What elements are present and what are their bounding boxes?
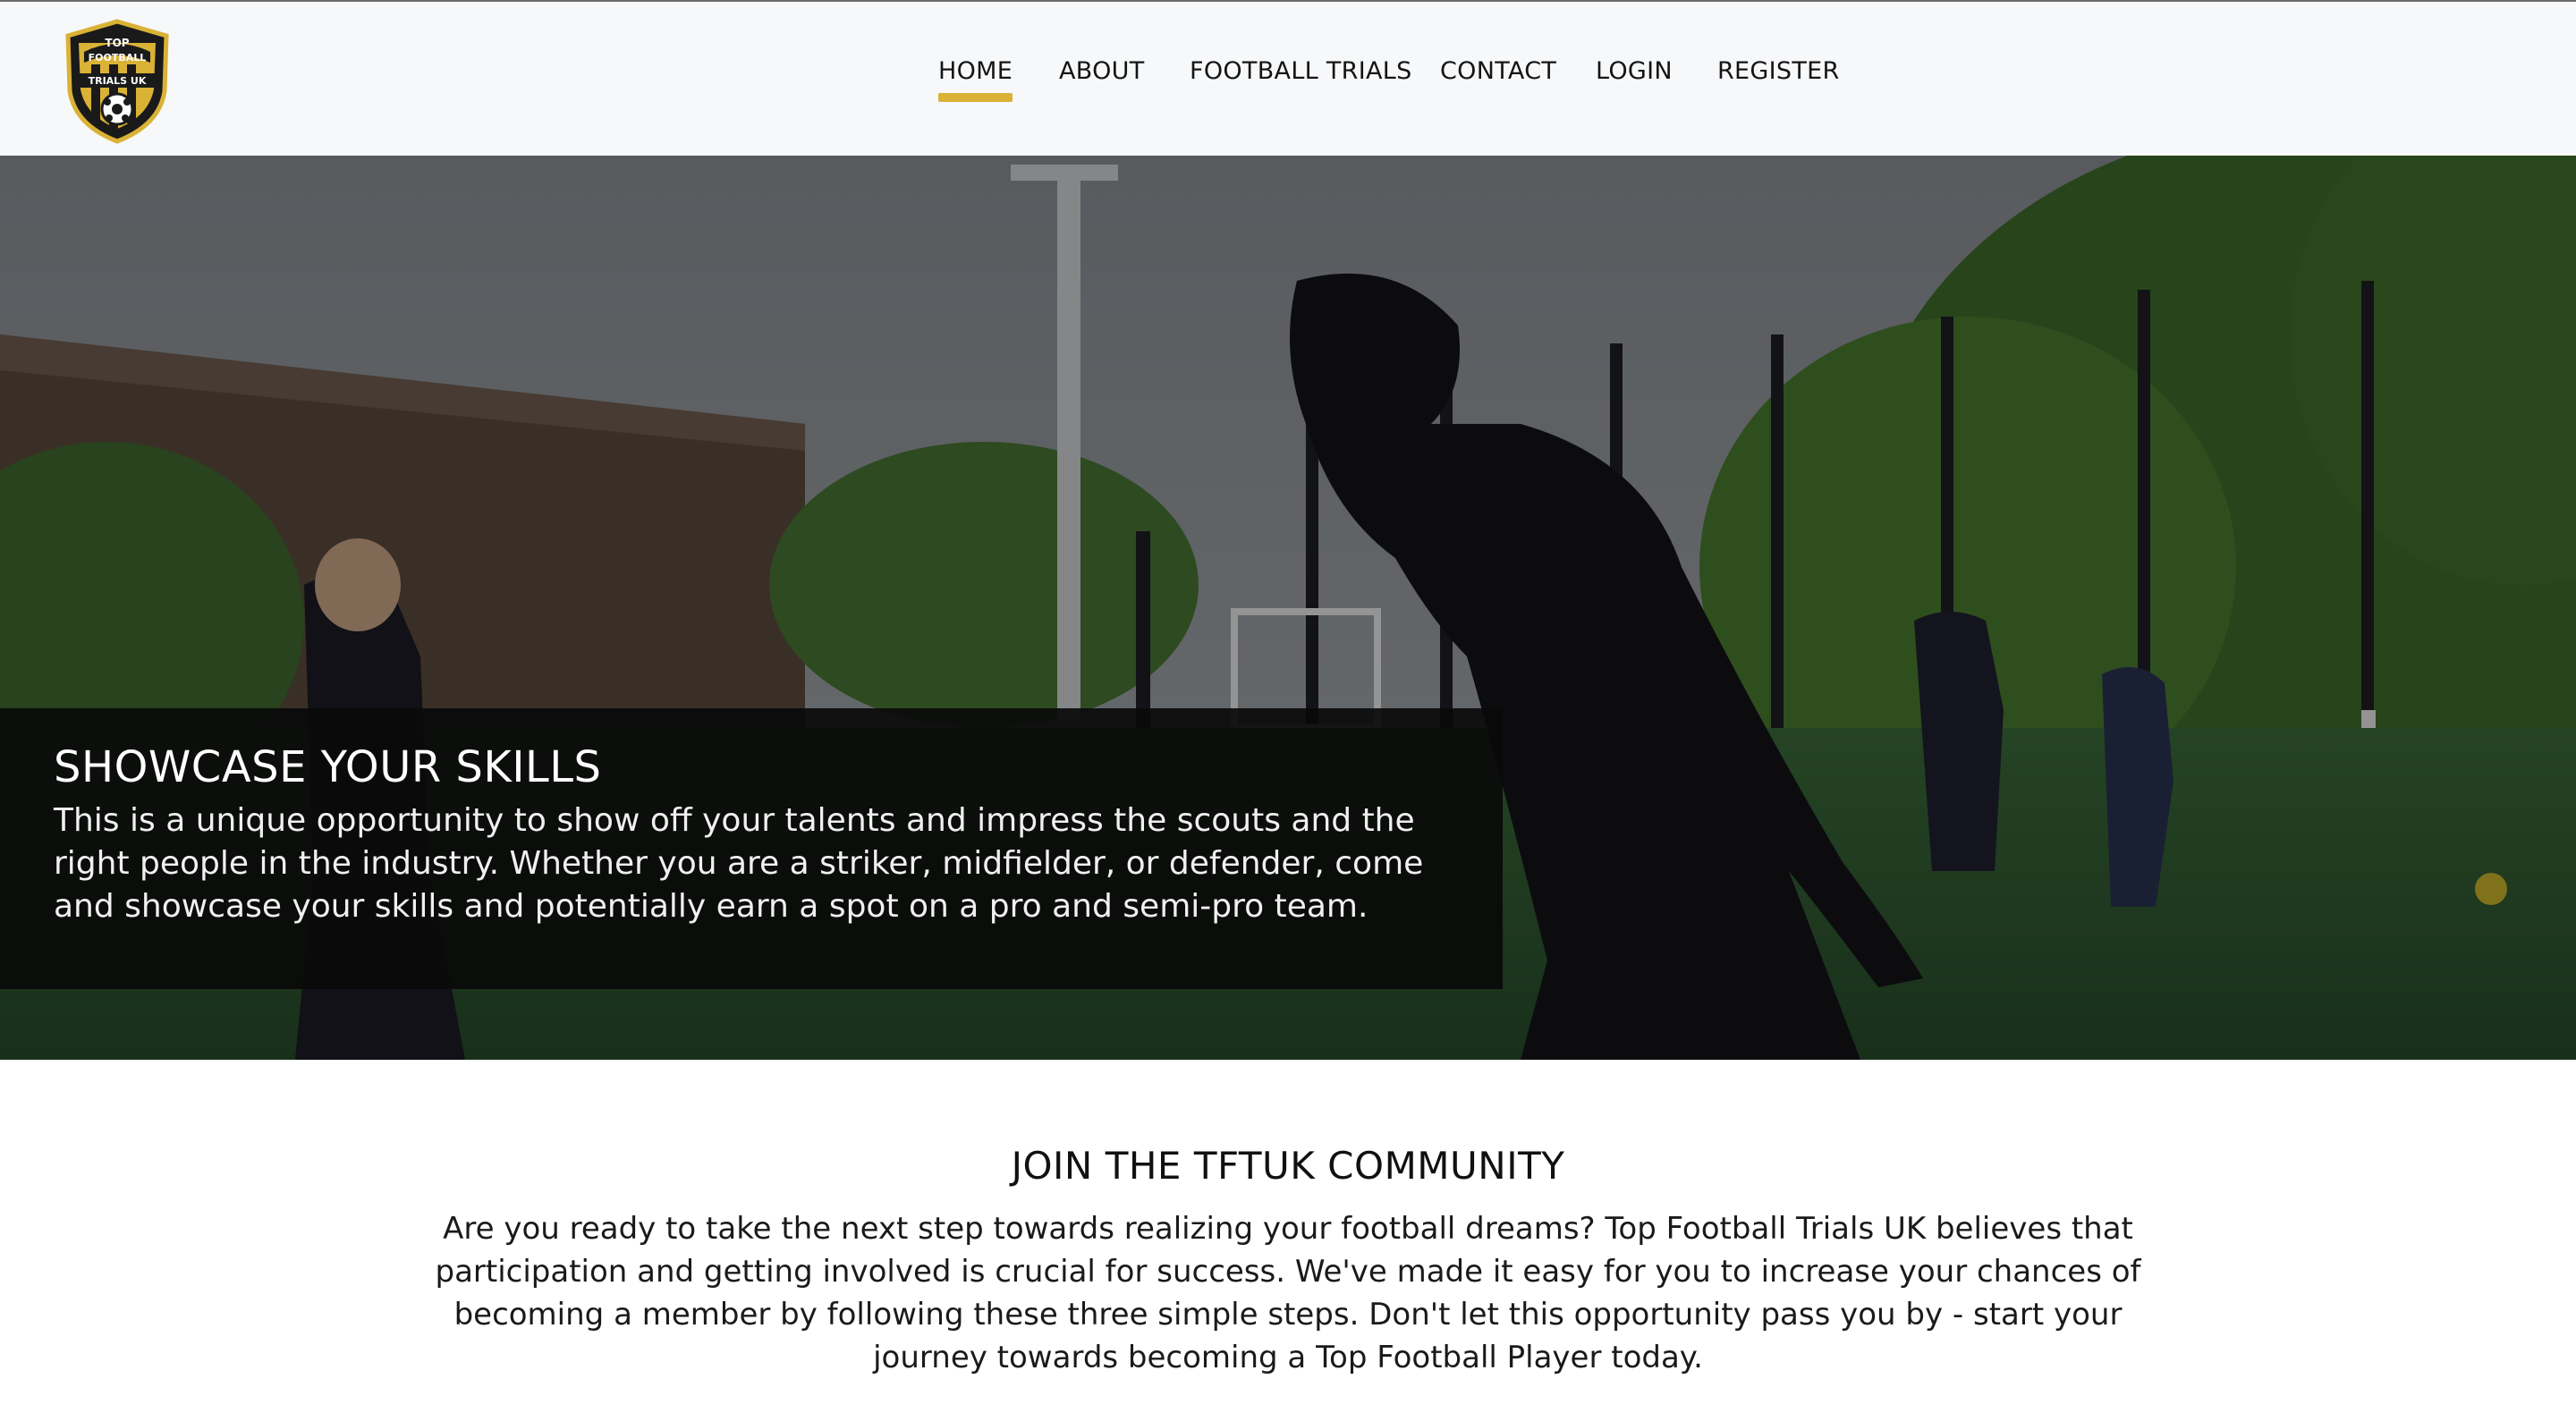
main-nav: HOME ABOUT FOOTBALL TRIALS CONTACT LOGIN… <box>0 57 2576 111</box>
nav-login[interactable]: LOGIN <box>1596 57 1673 85</box>
nav-about[interactable]: ABOUT <box>1059 57 1145 85</box>
site-header: TOP FOOTBALL TRIALS UK HOME ABOUT FOOTBA… <box>0 0 2576 156</box>
community-section: JOIN THE TFTUK COMMUNITY Are you ready t… <box>0 1060 2576 1413</box>
community-title: JOIN THE TFTUK COMMUNITY <box>1011 1144 1565 1188</box>
hero-title: SHOWCASE YOUR SKILLS <box>54 742 602 792</box>
nav-home[interactable]: HOME <box>938 57 1013 102</box>
hero-body-text: This is a unique opportunity to show off… <box>54 802 1424 925</box>
hero-banner: SHOWCASE YOUR SKILLS This is a unique op… <box>0 156 2576 1060</box>
hero-caption-box: SHOWCASE YOUR SKILLS This is a unique op… <box>0 708 1503 989</box>
community-body-text: Are you ready to take the next step towa… <box>435 1211 2141 1375</box>
nav-register[interactable]: REGISTER <box>1717 57 1840 85</box>
logo-top-text: TOP <box>105 37 129 49</box>
nav-football-trials[interactable]: FOOTBALL TRIALS <box>1190 57 1412 85</box>
nav-contact[interactable]: CONTACT <box>1440 57 1556 85</box>
